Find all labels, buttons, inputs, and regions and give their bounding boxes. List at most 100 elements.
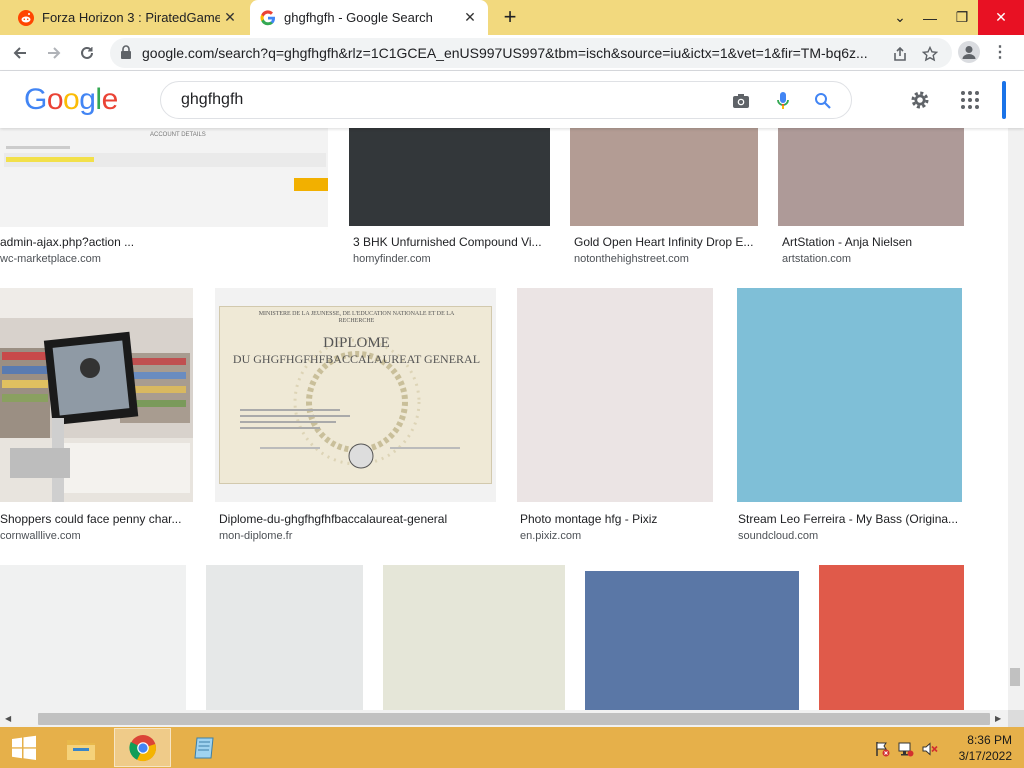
microphone-icon[interactable] — [773, 91, 793, 111]
chrome-taskbar-button[interactable] — [114, 728, 171, 767]
image-result[interactable]: Stream Leo Ferreira - My Bass (Origina..… — [737, 288, 962, 548]
result-thumbnail[interactable] — [349, 128, 550, 226]
google-logo[interactable]: Google — [24, 83, 118, 117]
tab-strip: Forza Horizon 3 : PiratedGames ✕ ghgfhgf… — [0, 0, 1024, 35]
result-title[interactable]: Photo montage hfg - Pixiz — [520, 512, 716, 526]
scroll-left-arrow-icon[interactable]: ◀ — [5, 714, 11, 723]
logo-letter: G — [24, 83, 47, 116]
result-thumbnail[interactable] — [570, 128, 758, 226]
thumbnail-line — [6, 146, 70, 149]
new-tab-button[interactable]: + — [498, 6, 522, 30]
result-thumbnail[interactable] — [0, 288, 193, 502]
image-result[interactable]: MINISTERE DE LA JEUNESSE, DE L'EDUCATION… — [215, 288, 496, 548]
image-result[interactable] — [383, 565, 565, 710]
tab-forza-horizon[interactable]: Forza Horizon 3 : PiratedGames ✕ — [8, 0, 248, 35]
result-domain[interactable]: wc-marketplace.com — [0, 253, 101, 265]
diploma-title: DIPLOME — [323, 335, 390, 351]
store-photo — [0, 288, 193, 502]
result-domain[interactable]: mon-diplome.fr — [219, 530, 292, 542]
file-explorer-icon[interactable] — [52, 728, 109, 767]
horizontal-scroll-thumb[interactable] — [38, 713, 990, 725]
vertical-scroll-thumb[interactable] — [1010, 668, 1020, 686]
image-result[interactable] — [0, 565, 186, 710]
action-center-flag-icon[interactable] — [874, 741, 890, 757]
chrome-icon — [128, 734, 156, 761]
settings-gear-icon[interactable] — [908, 88, 932, 112]
windows-start-icon[interactable] — [0, 728, 48, 767]
image-result[interactable]: ArtStation - Anja Nielsen artstation.com — [778, 128, 964, 268]
logo-letter: g — [79, 83, 96, 116]
image-results-grid: ACCOUNT DETAILS admin-ajax.php?action ..… — [0, 128, 1008, 710]
window-close-button[interactable]: ✕ — [978, 0, 1024, 35]
search-icon[interactable] — [813, 91, 833, 111]
tab-google-search[interactable]: ghgfhgfh - Google Search ✕ — [250, 0, 488, 35]
clock-time: 8:36 PM — [967, 733, 1012, 747]
thumbnail-text: ACCOUNT DETAILS — [150, 132, 206, 138]
image-result[interactable]: Shoppers could face penny char... cornwa… — [0, 288, 193, 548]
logo-letter: o — [46, 83, 64, 116]
scroll-right-arrow-icon[interactable]: ▶ — [995, 714, 1001, 723]
image-result[interactable] — [585, 571, 799, 710]
search-input[interactable]: ghgfhgfh — [160, 81, 852, 119]
close-icon[interactable]: ✕ — [220, 8, 240, 28]
result-title[interactable]: admin-ajax.php?action ... — [0, 235, 328, 249]
result-title[interactable]: 3 BHK Unfurnished Compound Vi... — [353, 235, 554, 249]
more-menu-icon[interactable]: ⋮ — [992, 42, 1008, 62]
tab-title: ghgfhgfh - Google Search — [284, 10, 433, 25]
image-result[interactable]: ACCOUNT DETAILS admin-ajax.php?action ..… — [0, 128, 328, 268]
share-icon[interactable] — [890, 44, 910, 64]
image-result[interactable] — [819, 565, 964, 710]
lock-icon — [120, 45, 132, 64]
browser-toolbar: google.com/search?q=ghgfhgfh&rlz=1C1GCEA… — [0, 35, 1024, 71]
network-icon[interactable] — [898, 741, 914, 757]
laurel-wreath — [240, 338, 460, 469]
result-title[interactable]: Diplome-du-ghgfhgfhfbaccalaureat-general — [219, 512, 500, 526]
result-thumbnail[interactable] — [737, 288, 962, 502]
result-thumbnail[interactable] — [778, 128, 964, 226]
thumbnail-button — [294, 178, 328, 191]
clock-date: 3/17/2022 — [958, 749, 1012, 763]
camera-icon[interactable] — [731, 91, 751, 111]
back-arrow-icon[interactable] — [8, 41, 32, 65]
result-thumbnail[interactable] — [517, 288, 713, 502]
image-result[interactable]: Gold Open Heart Infinity Drop E... noton… — [570, 128, 758, 268]
reddit-icon — [18, 9, 34, 26]
image-result[interactable] — [206, 565, 363, 710]
forward-arrow-icon[interactable] — [42, 41, 66, 65]
reload-icon[interactable] — [75, 41, 99, 65]
url-text: google.com/search?q=ghgfhgfh&rlz=1C1GCEA… — [142, 45, 868, 61]
chevron-down-icon[interactable]: ⌄ — [884, 0, 916, 35]
result-thumbnail[interactable]: ACCOUNT DETAILS — [0, 128, 328, 227]
profile-avatar[interactable] — [958, 41, 980, 63]
result-title[interactable]: ArtStation - Anja Nielsen — [782, 235, 968, 249]
result-thumbnail[interactable]: MINISTERE DE LA JEUNESSE, DE L'EDUCATION… — [215, 288, 496, 502]
notepad-icon — [193, 737, 214, 758]
image-result[interactable]: 3 BHK Unfurnished Compound Vi... homyfin… — [349, 128, 550, 268]
result-title[interactable]: Gold Open Heart Infinity Drop E... — [574, 235, 762, 249]
result-title[interactable]: Stream Leo Ferreira - My Bass (Origina..… — [738, 512, 963, 526]
result-domain[interactable]: homyfinder.com — [353, 253, 431, 265]
result-domain[interactable]: cornwalllive.com — [0, 530, 81, 542]
result-domain[interactable]: notonthehighstreet.com — [574, 253, 689, 265]
volume-muted-icon[interactable] — [922, 741, 938, 757]
scrollbar-corner — [1008, 710, 1024, 727]
restore-icon[interactable]: ❐ — [946, 0, 978, 35]
star-icon[interactable] — [920, 44, 940, 64]
logo-letter: e — [101, 83, 119, 116]
result-title[interactable]: Shoppers could face penny char... — [0, 512, 193, 526]
address-bar[interactable]: google.com/search?q=ghgfhgfh&rlz=1C1GCEA… — [110, 38, 952, 68]
result-domain[interactable]: soundcloud.com — [738, 530, 818, 542]
minimize-icon[interactable]: — — [914, 0, 946, 35]
result-domain[interactable]: en.pixiz.com — [520, 530, 581, 542]
logo-letter: o — [63, 83, 80, 116]
notepad-taskbar-button[interactable] — [176, 728, 233, 767]
close-icon[interactable]: ✕ — [460, 8, 480, 28]
diploma-certificate: MINISTERE DE LA JEUNESSE, DE L'EDUCATION… — [219, 306, 492, 484]
google-icon — [260, 9, 276, 26]
apps-grid-icon[interactable] — [960, 90, 980, 110]
taskbar-clock[interactable]: 8:36 PM 3/17/2022 — [946, 732, 1012, 764]
image-result[interactable]: Photo montage hfg - Pixiz en.pixiz.com — [517, 288, 713, 548]
result-domain[interactable]: artstation.com — [782, 253, 851, 265]
vertical-scrollbar[interactable] — [1008, 128, 1024, 710]
sign-in-button-edge[interactable] — [1002, 81, 1006, 119]
